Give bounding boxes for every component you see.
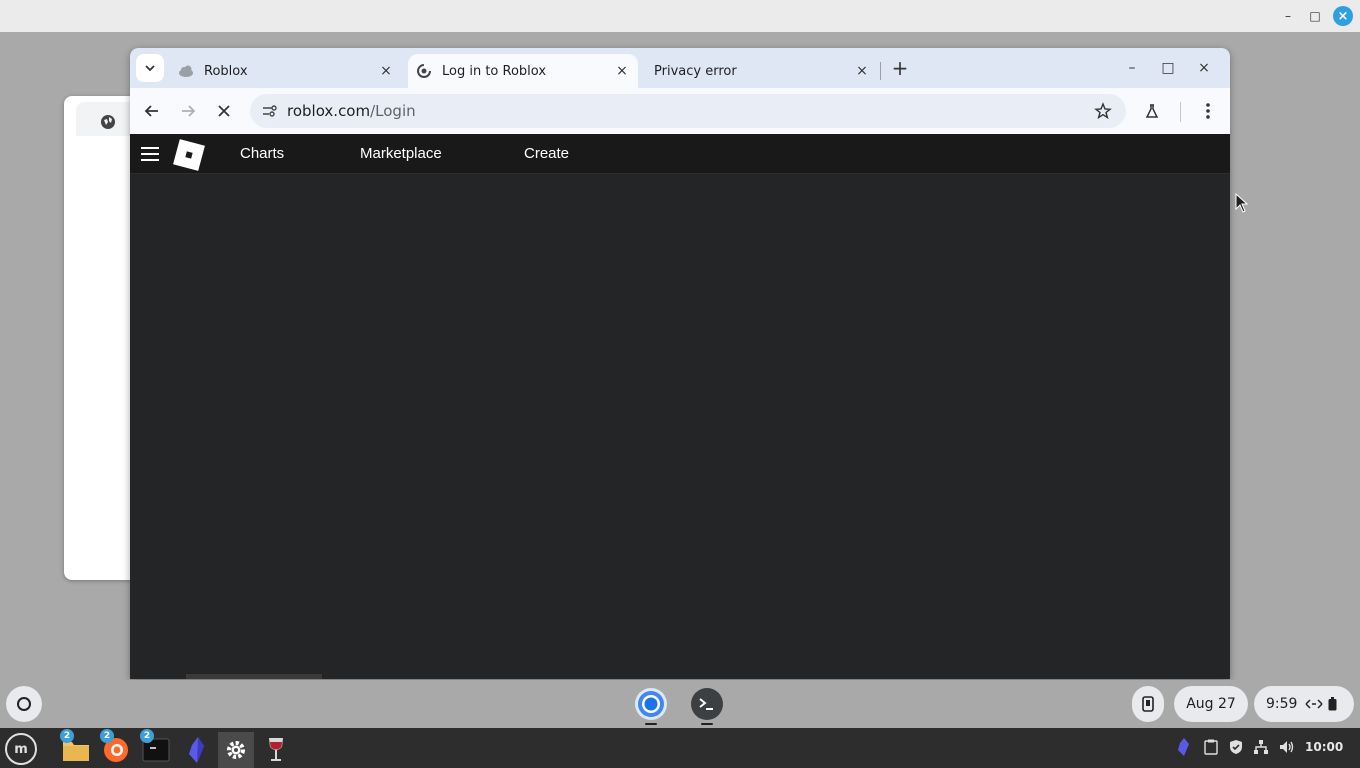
chrome-app-icon[interactable]: [635, 688, 667, 720]
mouse-cursor-icon: [1235, 193, 1249, 213]
phone-hub-button[interactable]: [1132, 686, 1164, 722]
arrow-right-icon: [182, 105, 196, 117]
tab-strip: Roblox × Log in to Roblox × Privacy erro…: [130, 48, 1230, 88]
browser-close-button[interactable]: ×: [1192, 56, 1216, 80]
tab-privacy-error[interactable]: Privacy error ×: [646, 54, 878, 88]
tab-search-button[interactable]: [136, 54, 164, 82]
outer-close-button[interactable]: ×: [1333, 6, 1353, 26]
taskbar-clock[interactable]: 10:00: [1305, 740, 1343, 754]
wine-app-icon[interactable]: [258, 732, 294, 768]
tab-roblox[interactable]: Roblox ×: [170, 54, 402, 88]
globe-icon: [101, 115, 115, 129]
horizontal-scrollbar[interactable]: [186, 674, 322, 679]
tab-roblox-label: Roblox: [204, 63, 248, 79]
mint-menu-icon[interactable]: m: [5, 733, 37, 765]
linux-taskbar: m 2 2 2 10:00: [0, 728, 1360, 768]
browser-window: Roblox × Log in to Roblox × Privacy erro…: [130, 48, 1230, 679]
phone-icon: [1142, 696, 1154, 712]
outer-maximize-button[interactable]: □: [1305, 6, 1325, 26]
browser-toolbar: roblox.com/Login: [130, 88, 1230, 134]
tab-privacy-error-close-icon[interactable]: ×: [852, 61, 872, 81]
launcher-button[interactable]: [6, 686, 42, 722]
outer-minimize-button[interactable]: –: [1278, 6, 1298, 26]
arrow-left-icon: [144, 105, 158, 117]
chevron-down-icon: [145, 65, 155, 72]
terminal-badge: 2: [140, 729, 154, 743]
crystal-app-icon[interactable]: [178, 732, 214, 768]
launcher-circle-icon: [17, 697, 31, 711]
network-tray-icon[interactable]: [1252, 738, 1270, 756]
nav-charts-link[interactable]: Charts: [240, 145, 284, 162]
status-area[interactable]: 9:59: [1254, 686, 1354, 722]
tab-separator: [880, 62, 881, 80]
close-icon: [218, 105, 230, 117]
url-domain: roblox.com: [287, 102, 371, 120]
terminal-running-indicator: [701, 723, 713, 725]
back-button[interactable]: [139, 98, 165, 124]
tab-roblox-close-icon[interactable]: ×: [376, 61, 396, 81]
tab-log-in-label: Log in to Roblox: [442, 63, 547, 79]
settings-app-icon[interactable]: [218, 732, 254, 768]
files-badge: 2: [60, 729, 74, 743]
url-text[interactable]: roblox.com/Login: [287, 102, 416, 120]
clipboard-tray-icon[interactable]: [1202, 738, 1220, 756]
tab-log-in-to-roblox[interactable]: Log in to Roblox ×: [408, 54, 638, 88]
labs-flask-icon[interactable]: [1141, 100, 1163, 122]
roblox-logo[interactable]: [173, 139, 205, 171]
more-menu-icon[interactable]: [1197, 100, 1219, 122]
browser-minimize-button[interactable]: –: [1120, 56, 1144, 80]
roblox-page: Charts Marketplace Create: [130, 134, 1230, 679]
shelf-time: 9:59: [1266, 696, 1298, 712]
browser-maximize-button[interactable]: □: [1156, 56, 1180, 80]
files-app-icon[interactable]: 2: [58, 729, 94, 768]
site-info-icon: [263, 105, 277, 117]
firefox-app-icon[interactable]: 2: [98, 729, 134, 768]
tab-privacy-error-label: Privacy error: [654, 63, 737, 79]
address-bar[interactable]: roblox.com/Login: [250, 94, 1126, 128]
forward-button[interactable]: [175, 98, 201, 124]
bookmark-star-icon[interactable]: [1094, 102, 1112, 120]
chrome-running-indicator: [645, 723, 657, 725]
new-tab-button[interactable]: +: [888, 56, 912, 80]
roblox-header: Charts Marketplace Create: [130, 134, 1230, 174]
nav-marketplace-link[interactable]: Marketplace: [360, 145, 442, 162]
url-path: /Login: [370, 102, 416, 120]
tab-log-in-close-icon[interactable]: ×: [612, 61, 632, 81]
battery-icon: [1328, 697, 1337, 711]
hamburger-menu-icon[interactable]: [141, 147, 159, 161]
volume-tray-icon[interactable]: [1278, 738, 1296, 756]
loading-spinner-icon: [417, 64, 431, 78]
terminal-app-icon[interactable]: [691, 688, 723, 720]
date-button[interactable]: Aug 27: [1174, 686, 1248, 722]
nav-create-link[interactable]: Create: [524, 145, 569, 162]
terminal-taskbar-icon[interactable]: 2: [138, 729, 174, 768]
cloud-icon: [179, 65, 193, 77]
firefox-badge: 2: [100, 729, 114, 743]
crystal-tray-icon[interactable]: [1174, 738, 1192, 756]
shield-tray-icon[interactable]: [1227, 738, 1245, 756]
network-arrows-icon: [1305, 699, 1323, 709]
vm-title-bar: – □ ×: [0, 0, 1360, 32]
shelf: Aug 27 9:59: [0, 680, 1360, 728]
toolbar-separator: [1180, 102, 1181, 122]
stop-loading-button[interactable]: [211, 98, 237, 124]
